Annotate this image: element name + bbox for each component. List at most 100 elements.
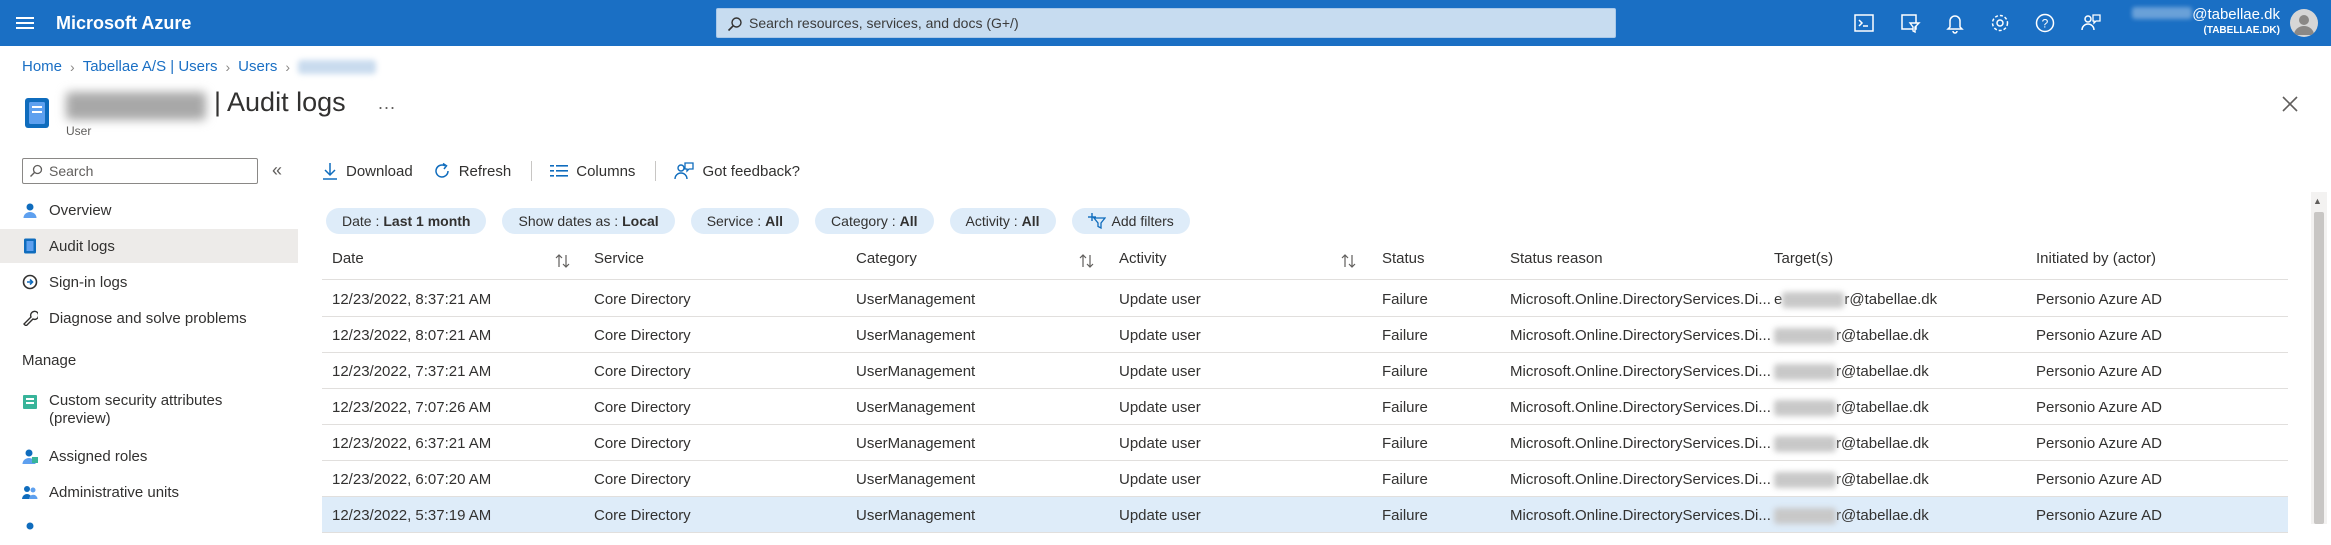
download-button[interactable]: Download [322, 162, 413, 180]
cell-target: r@tabellae.dk [1774, 435, 1929, 453]
account-blur [2132, 7, 2193, 19]
menu-icon[interactable] [14, 13, 36, 33]
settings-icon[interactable] [1989, 12, 2011, 34]
cell-service: Core Directory [594, 363, 691, 380]
notifications-icon[interactable] [1944, 12, 1966, 34]
collapse-sidebar-button[interactable]: « [272, 160, 282, 181]
cell-actor: Personio Azure AD [2036, 471, 2162, 488]
table-row[interactable]: 12/23/2022, 7:37:21 AM Core Directory Us… [322, 353, 2288, 389]
cell-status: Failure [1382, 291, 1428, 308]
table-row[interactable]: 12/23/2022, 6:37:21 AM Core Directory Us… [322, 425, 2288, 461]
cell-status-reason: Microsoft.Online.DirectoryServices.Di... [1510, 471, 1771, 488]
table-header: Date Service Category Activity Status St… [322, 246, 2288, 280]
group-icon [26, 522, 34, 530]
column-header-initiated-by[interactable]: Initiated by (actor) [2036, 250, 2156, 267]
add-filters-button[interactable]: Add filters [1071, 208, 1190, 234]
sort-icon[interactable] [1078, 252, 1096, 270]
cell-status-reason: Microsoft.Online.DirectoryServices.Di... [1510, 507, 1771, 524]
toolbar-divider [531, 161, 533, 181]
person-icon [23, 203, 37, 218]
filter-category[interactable]: Category : All [815, 208, 934, 234]
feedback-person-icon [674, 162, 695, 180]
column-header-activity[interactable]: Activity [1119, 250, 1167, 267]
sidebar-item-diagnose[interactable]: Diagnose and solve problems [0, 301, 298, 335]
feedback-icon[interactable] [2080, 12, 2102, 34]
toolbar-divider [655, 161, 657, 181]
close-icon[interactable] [2280, 94, 2300, 114]
column-header-service[interactable]: Service [594, 250, 644, 267]
cell-service: Core Directory [594, 471, 691, 488]
filter-show-dates-as[interactable]: Show dates as : Local [502, 208, 675, 234]
breadcrumb-users[interactable]: Users [238, 58, 277, 75]
sidebar-item-overview[interactable]: Overview [0, 193, 298, 227]
user-name-blurred [66, 92, 206, 120]
sidebar-item-custom-security-attributes[interactable]: Custom security attributes (preview) [0, 388, 298, 432]
brand-title[interactable]: Microsoft Azure [56, 13, 191, 34]
directory-filter-icon[interactable] [1899, 12, 1921, 34]
breadcrumb-user-blurred[interactable] [298, 59, 376, 74]
filter-service[interactable]: Service : All [690, 208, 800, 234]
global-search-input[interactable] [749, 9, 1609, 37]
column-header-date[interactable]: Date [332, 250, 364, 267]
breadcrumb-home[interactable]: Home [22, 58, 62, 75]
cell-service: Core Directory [594, 327, 691, 344]
global-search[interactable] [716, 8, 1616, 38]
feedback-button[interactable]: Got feedback? [674, 162, 800, 180]
cell-activity: Update user [1119, 363, 1201, 380]
cell-activity: Update user [1119, 435, 1201, 452]
cell-category: UserManagement [856, 399, 976, 416]
more-options-button[interactable]: ... [378, 93, 396, 114]
table-row[interactable]: 12/23/2022, 6:07:20 AM Core Directory Us… [322, 461, 2288, 497]
sidebar-item-sign-in-logs[interactable]: Sign-in logs [0, 265, 298, 299]
cell-status-reason: Microsoft.Online.DirectoryServices.Di... [1510, 399, 1771, 416]
columns-button[interactable]: Columns [550, 163, 635, 180]
column-header-status[interactable]: Status [1382, 250, 1425, 267]
sidebar-item-label: Custom security attributes (preview) [49, 392, 223, 427]
cell-target: r@tabellae.dk [1774, 399, 1929, 417]
cell-date: 12/23/2022, 8:07:21 AM [332, 327, 492, 344]
refresh-button[interactable]: Refresh [433, 162, 512, 180]
avatar[interactable] [2290, 9, 2318, 37]
cell-actor: Personio Azure AD [2036, 363, 2162, 380]
sidebar-item-partial[interactable] [0, 511, 298, 545]
scrollbar-thumb[interactable] [2314, 212, 2324, 524]
cell-date: 12/23/2022, 7:07:26 AM [332, 399, 492, 416]
sidebar-item-audit-logs[interactable]: Audit logs [0, 229, 298, 263]
page-title: | Audit logs [214, 87, 346, 117]
help-icon[interactable]: ? [2034, 12, 2056, 34]
table-row[interactable]: 12/23/2022, 8:37:21 AM Core Directory Us… [322, 281, 2288, 317]
sort-icon[interactable] [554, 252, 572, 270]
table-row[interactable]: 12/23/2022, 5:37:19 AM Core Directory Us… [322, 497, 2288, 533]
toolbar: Download Refresh Columns Got feedback? [322, 156, 820, 186]
column-header-category[interactable]: Category [856, 250, 917, 267]
sidebar-item-label: Administrative units [49, 483, 180, 501]
cell-category: UserManagement [856, 363, 976, 380]
chevron-right-icon: › [70, 58, 75, 75]
filter-bar: Date : Last 1 month Show dates as : Local … [326, 208, 1206, 234]
table-row[interactable]: 12/23/2022, 8:07:21 AM Core Directory Us… [322, 317, 2288, 353]
refresh-label: Refresh [458, 162, 512, 180]
account-menu[interactable]: @tabellae.dk (TABELLAE.DK) [2130, 6, 2280, 40]
sort-icon[interactable] [1340, 252, 1358, 270]
chevron-right-icon: › [285, 58, 290, 75]
cell-activity: Update user [1119, 399, 1201, 416]
feedback-label: Got feedback? [702, 162, 801, 180]
breadcrumb-tenant-users[interactable]: Tabellae A/S | Users [83, 58, 218, 75]
sidebar-item-assigned-roles[interactable]: Assigned roles [0, 439, 298, 473]
filter-date[interactable]: Date : Last 1 month [326, 208, 487, 234]
cell-status: Failure [1382, 327, 1428, 344]
cell-actor: Personio Azure AD [2036, 435, 2162, 452]
cell-actor: Personio Azure AD [2036, 399, 2162, 416]
sidebar-item-administrative-units[interactable]: Administrative units [0, 475, 298, 509]
cell-status: Failure [1382, 507, 1428, 524]
search-icon [30, 164, 43, 177]
cell-status-reason: Microsoft.Online.DirectoryServices.Di... [1510, 291, 1771, 308]
table-row[interactable]: 12/23/2022, 7:07:26 AM Core Directory Us… [322, 389, 2288, 425]
column-header-targets[interactable]: Target(s) [1774, 250, 1833, 267]
sidebar-search-input[interactable] [49, 160, 249, 182]
cloud-shell-icon[interactable] [1853, 12, 1875, 34]
filter-activity[interactable]: Activity : All [949, 208, 1056, 234]
column-header-status-reason[interactable]: Status reason [1510, 250, 1603, 267]
sidebar-search[interactable] [22, 158, 258, 184]
scroll-up-icon[interactable]: ▲ [2313, 196, 2322, 206]
